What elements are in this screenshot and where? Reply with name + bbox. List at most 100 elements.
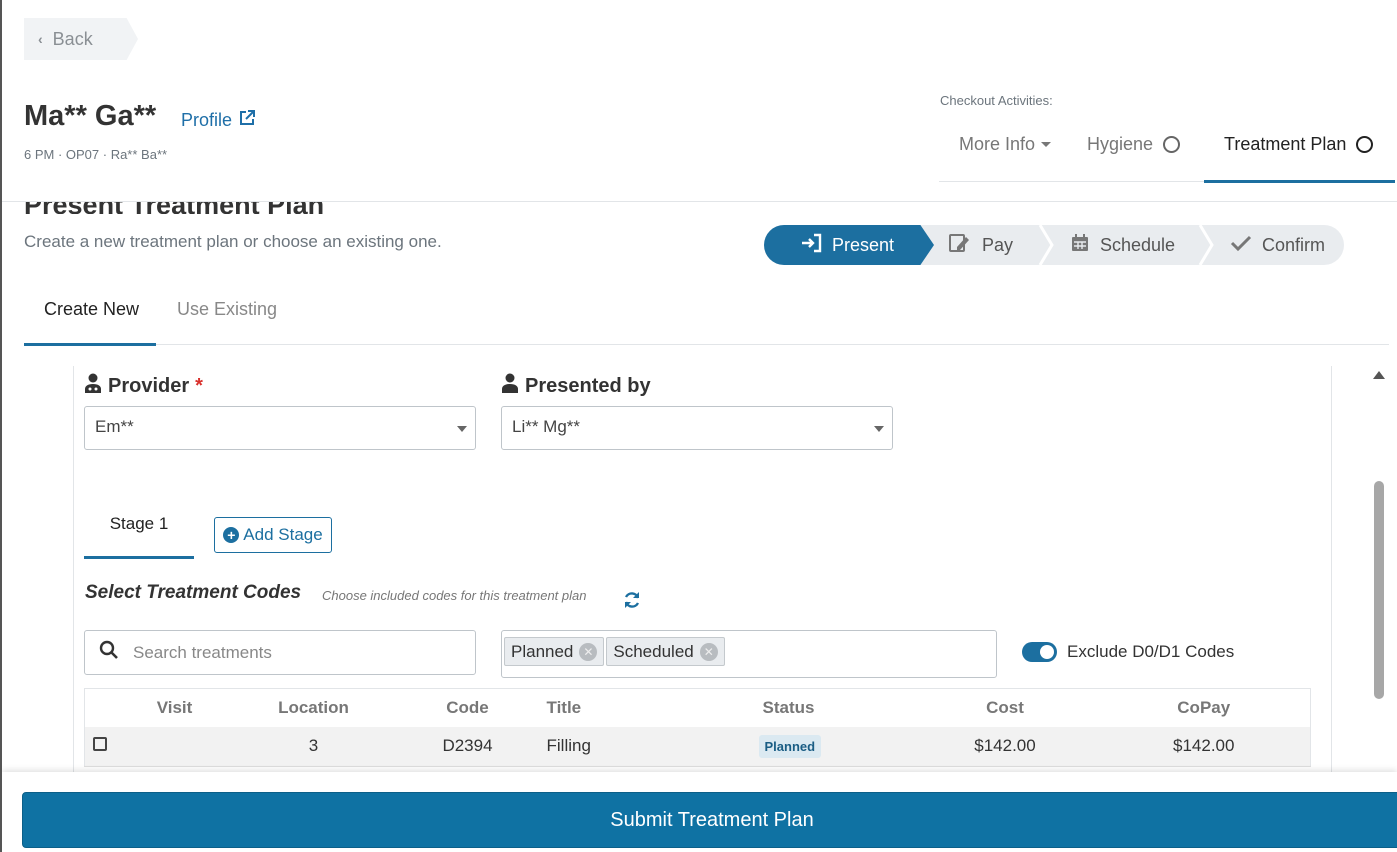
exclude-codes-label: Exclude D0/D1 Codes	[1067, 642, 1235, 661]
dropdown-arrow-icon	[874, 426, 884, 432]
cell-location: 3	[224, 726, 403, 767]
sign-in-icon	[800, 233, 822, 258]
section-title: Present Treatment Plan	[24, 190, 325, 214]
search-treatments-field[interactable]	[84, 630, 476, 675]
dropdown-arrow-icon	[457, 426, 467, 432]
status-circle-icon	[1356, 136, 1374, 153]
step-pay[interactable]: Pay	[948, 225, 1013, 265]
step-schedule[interactable]: Schedule	[1070, 225, 1175, 265]
profile-link[interactable]: Profile	[181, 109, 256, 132]
header-divider	[2, 201, 1397, 202]
scrollbar-thumb[interactable]	[1374, 481, 1384, 699]
filter-tag-planned: Planned ✕	[504, 637, 605, 666]
chevron-left-icon: ‹	[38, 31, 43, 47]
table-header-row: Visit Location Code Title Status Cost Co…	[84, 688, 1311, 727]
tab-more-info[interactable]: More Info	[959, 134, 1052, 155]
plus-circle-icon: +	[223, 527, 240, 543]
cell-code: D2394	[402, 726, 533, 767]
appointment-meta: 6 PM · OP07 · Ra** Ba**	[24, 147, 168, 162]
search-input[interactable]	[133, 642, 453, 663]
select-codes-subtitle: Choose included codes for this treatment…	[322, 588, 587, 603]
back-button[interactable]: ‹ Back	[24, 18, 138, 60]
footer-bar: Submit Treatment Plan	[2, 772, 1397, 852]
section-subtitle: Create a new treatment plan or choose an…	[24, 232, 442, 251]
presented-by-label: Presented by	[525, 374, 651, 397]
required-marker: *	[195, 374, 203, 397]
select-column-header	[84, 688, 125, 727]
submit-treatment-plan-button[interactable]: Submit Treatment Plan	[22, 792, 1397, 848]
step-present[interactable]: Present	[764, 225, 934, 265]
search-icon	[99, 640, 119, 665]
cell-cost: $142.00	[912, 726, 1098, 767]
cell-copay: $142.00	[1097, 726, 1311, 767]
column-header-copay: CoPay	[1097, 688, 1311, 727]
cell-status: Planned	[742, 726, 913, 767]
column-header-location: Location	[224, 688, 403, 727]
step-separator	[1038, 225, 1054, 265]
create-plan-panel: Provider * Em** Presented by Li** Mg** S…	[73, 366, 1332, 786]
step-label: Pay	[982, 234, 1014, 255]
workflow-stepper: Present Pay Schedule Confirm	[764, 225, 1344, 265]
cell-title: Filling	[532, 726, 743, 767]
check-icon	[1230, 234, 1252, 257]
remove-tag-icon[interactable]: ✕	[579, 642, 598, 661]
select-codes-title: Select Treatment Codes	[85, 582, 302, 603]
tab-label: More Info	[959, 134, 1036, 154]
provider-select[interactable]: Em**	[84, 406, 476, 450]
step-label: Present	[832, 234, 895, 255]
add-stage-label: Add Stage	[243, 525, 323, 544]
add-stage-button[interactable]: + Add Stage	[214, 517, 332, 553]
user-icon	[501, 373, 519, 399]
column-header-visit: Visit	[124, 688, 225, 727]
treatment-plan-page: ‹ Back Ma** Ga** Profile 6 PM · OP07 · R…	[0, 0, 1397, 852]
tab-label: Hygiene	[1087, 134, 1154, 154]
tab-use-existing[interactable]: Use Existing	[177, 299, 277, 320]
signature-icon	[948, 233, 972, 258]
checkout-activities-label: Checkout Activities:	[940, 93, 1053, 108]
plan-source-tabs: Create New Use Existing	[24, 290, 1389, 346]
column-header-title: Title	[532, 688, 743, 727]
active-tab-indicator	[24, 343, 156, 346]
column-header-status: Status	[742, 688, 913, 727]
profile-label: Profile	[181, 110, 233, 130]
tab-stage-1[interactable]: Stage 1	[84, 496, 194, 559]
active-tab-indicator	[1204, 180, 1395, 183]
user-doctor-icon	[84, 373, 102, 399]
status-badge: Planned	[758, 734, 822, 758]
table-row[interactable]: 3 D2394 Filling Planned $142.00 $142.00	[84, 726, 1311, 767]
column-header-code: Code	[402, 688, 533, 727]
external-link-icon	[238, 109, 256, 132]
cell-visit	[124, 726, 225, 767]
provider-label: Provider	[108, 374, 190, 397]
tab-treatment-plan[interactable]: Treatment Plan	[1224, 134, 1374, 155]
exclude-codes-toggle-group: Exclude D0/D1 Codes	[1022, 642, 1234, 662]
treatment-codes-table: Visit Location Code Title Status Cost Co…	[84, 688, 1311, 767]
calendar-icon	[1070, 233, 1090, 258]
presented-by-field-label: Presented by	[501, 373, 651, 399]
tab-label: Treatment Plan	[1224, 134, 1347, 154]
provider-value: Em**	[95, 417, 134, 436]
tag-label: Scheduled	[613, 641, 694, 661]
status-filter-multiselect[interactable]: Planned ✕ Scheduled ✕	[501, 630, 997, 678]
exclude-codes-toggle[interactable]	[1022, 642, 1057, 662]
patient-name: Ma** Ga**	[24, 100, 157, 132]
tab-hygiene[interactable]: Hygiene	[1087, 134, 1181, 155]
scroll-up-arrow[interactable]	[1373, 371, 1385, 379]
filter-tag-scheduled: Scheduled ✕	[606, 637, 725, 666]
step-confirm[interactable]: Confirm	[1230, 225, 1325, 265]
row-select-cell	[84, 726, 125, 767]
refresh-icon[interactable]	[622, 590, 642, 615]
tab-create-new[interactable]: Create New	[44, 299, 139, 320]
step-label: Confirm	[1262, 234, 1326, 255]
step-label: Schedule	[1100, 234, 1176, 255]
column-header-cost: Cost	[912, 688, 1098, 727]
checkout-activity-tabs: More Info Hygiene Treatment Plan	[939, 120, 1395, 183]
presented-by-value: Li** Mg**	[512, 417, 581, 436]
presented-by-select[interactable]: Li** Mg**	[501, 406, 893, 450]
back-label: Back	[52, 28, 93, 49]
provider-field-label: Provider *	[84, 373, 203, 399]
row-checkbox[interactable]	[93, 737, 107, 752]
status-circle-icon	[1163, 136, 1181, 153]
caret-down-icon	[1041, 142, 1052, 147]
remove-tag-icon[interactable]: ✕	[699, 642, 718, 661]
